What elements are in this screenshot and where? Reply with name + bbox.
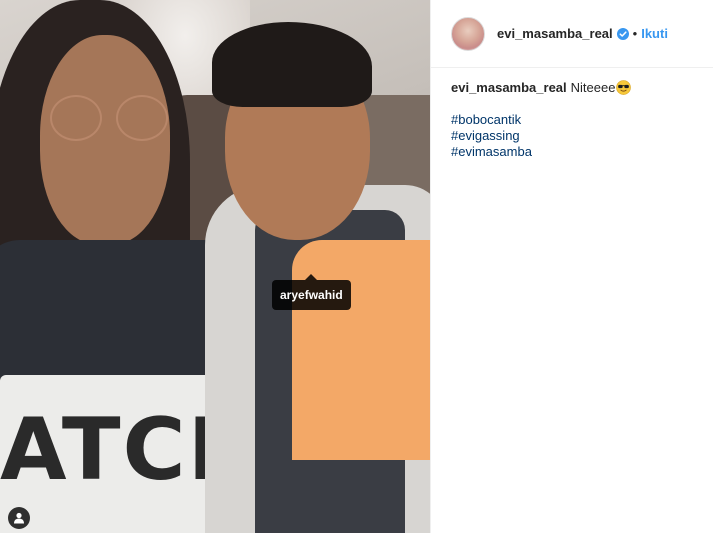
post-container: ATCHE aryefwahid evi_masamba_real • Ikut… [0, 0, 713, 533]
separator-dot: • [632, 26, 638, 41]
avatar[interactable] [451, 16, 485, 51]
post-sidebar: evi_masamba_real • Ikuti evi_masamba_rea… [430, 0, 713, 533]
hashtag-link[interactable]: #evigassing [451, 128, 693, 144]
post-photo[interactable]: ATCHE aryefwahid [0, 0, 430, 533]
sunglasses-emoji-icon [616, 80, 632, 95]
hashtag-link[interactable]: #evimasamba [451, 144, 693, 160]
post-caption: evi_masamba_real Niteeee #bobocantik #evi… [431, 68, 713, 160]
hashtag-list: #bobocantik #evigassing #evimasamba [451, 112, 693, 160]
user-icon [14, 512, 24, 524]
caption-text: Niteeee [570, 80, 616, 95]
woman-glasses [50, 95, 170, 141]
user-tag[interactable]: aryefwahid [272, 274, 351, 310]
header-username[interactable]: evi_masamba_real [497, 26, 613, 41]
verified-badge-icon [616, 27, 629, 40]
caption-username[interactable]: evi_masamba_real [451, 80, 567, 95]
man-hair [212, 22, 372, 107]
shirt-print-text: ATCHE [0, 400, 240, 500]
post-header: evi_masamba_real • Ikuti [431, 0, 713, 68]
hashtag-link[interactable]: #bobocantik [451, 112, 693, 128]
tagged-users-button[interactable] [8, 507, 30, 529]
man-shirt [292, 240, 430, 460]
follow-button[interactable]: Ikuti [641, 26, 668, 41]
